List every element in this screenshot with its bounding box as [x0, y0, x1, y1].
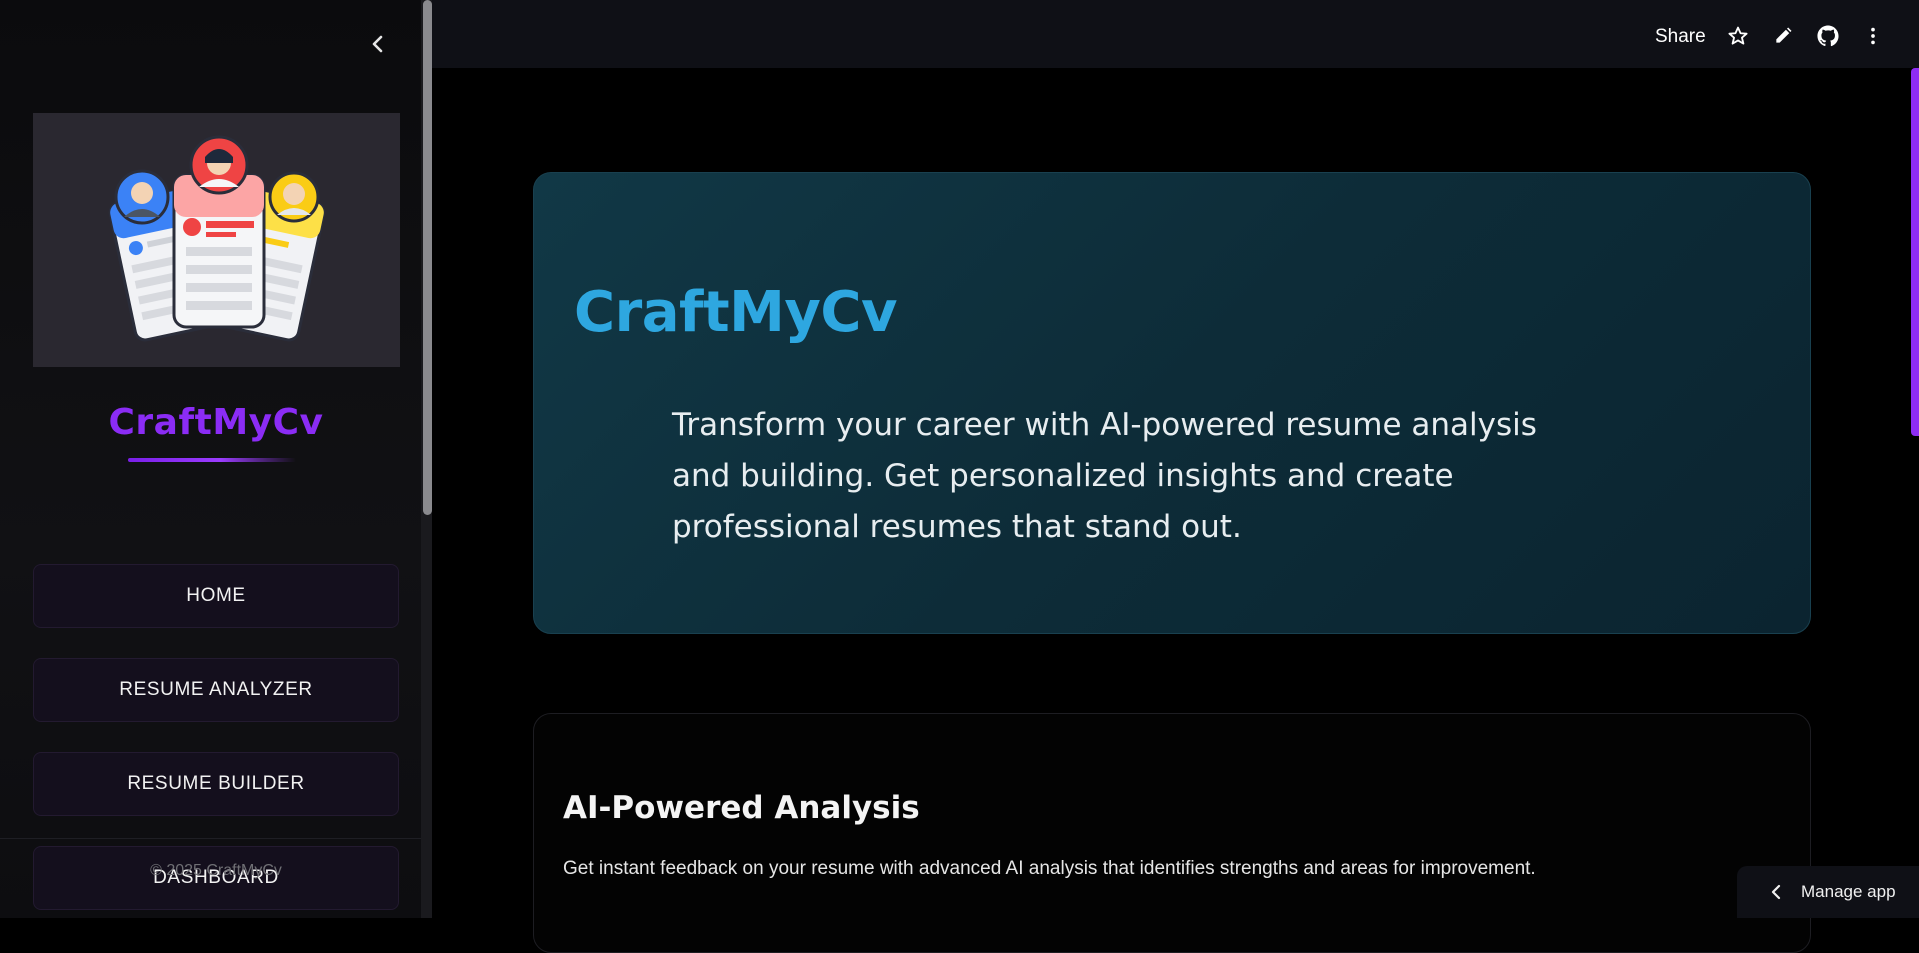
app-logo	[33, 113, 400, 367]
manage-app-label: Manage app	[1801, 882, 1896, 901]
sidebar-scrollbar-thumb[interactable]	[423, 0, 432, 515]
more-vertical-icon	[1871, 27, 1875, 45]
star-button[interactable]	[1726, 24, 1750, 48]
more-menu-button[interactable]	[1861, 24, 1885, 48]
manage-app-button[interactable]: Manage app	[1737, 866, 1919, 918]
github-icon	[1817, 25, 1839, 47]
nav-home-button[interactable]: HOME	[33, 564, 399, 628]
feature-description: Get instant feedback on your resume with…	[563, 858, 1536, 879]
nav-resume-analyzer-button[interactable]: RESUME ANALYZER	[33, 658, 399, 722]
feature-title: AI-Powered Analysis	[563, 790, 920, 826]
page-scroll-indicator[interactable]	[1911, 68, 1919, 436]
star-icon	[1728, 26, 1748, 45]
sidebar-footer-divider	[0, 838, 421, 839]
sidebar-brand-title: CraftMyCv	[108, 402, 324, 443]
edit-button[interactable]	[1771, 24, 1795, 48]
hero-description: Transform your career with AI-powered re…	[672, 407, 1537, 545]
chevron-left-icon	[1767, 883, 1785, 901]
nav-resume-builder-button[interactable]: RESUME BUILDER	[33, 752, 399, 816]
share-button[interactable]: Share	[1655, 26, 1706, 48]
sidebar: CraftMyCv HOME RESUME ANALYZER RESUME BU…	[0, 0, 432, 918]
feature-card	[533, 713, 1811, 953]
brand-underline	[128, 458, 296, 462]
github-button[interactable]	[1816, 24, 1840, 48]
chevron-left-icon	[372, 35, 383, 53]
hero-title: CraftMyCv	[574, 280, 897, 345]
pencil-icon	[1776, 27, 1792, 43]
sidebar-collapse-button[interactable]	[364, 30, 392, 58]
resume-cards-illustration	[108, 135, 325, 342]
sidebar-copyright: © 2025 CraftMyCv	[150, 862, 282, 879]
